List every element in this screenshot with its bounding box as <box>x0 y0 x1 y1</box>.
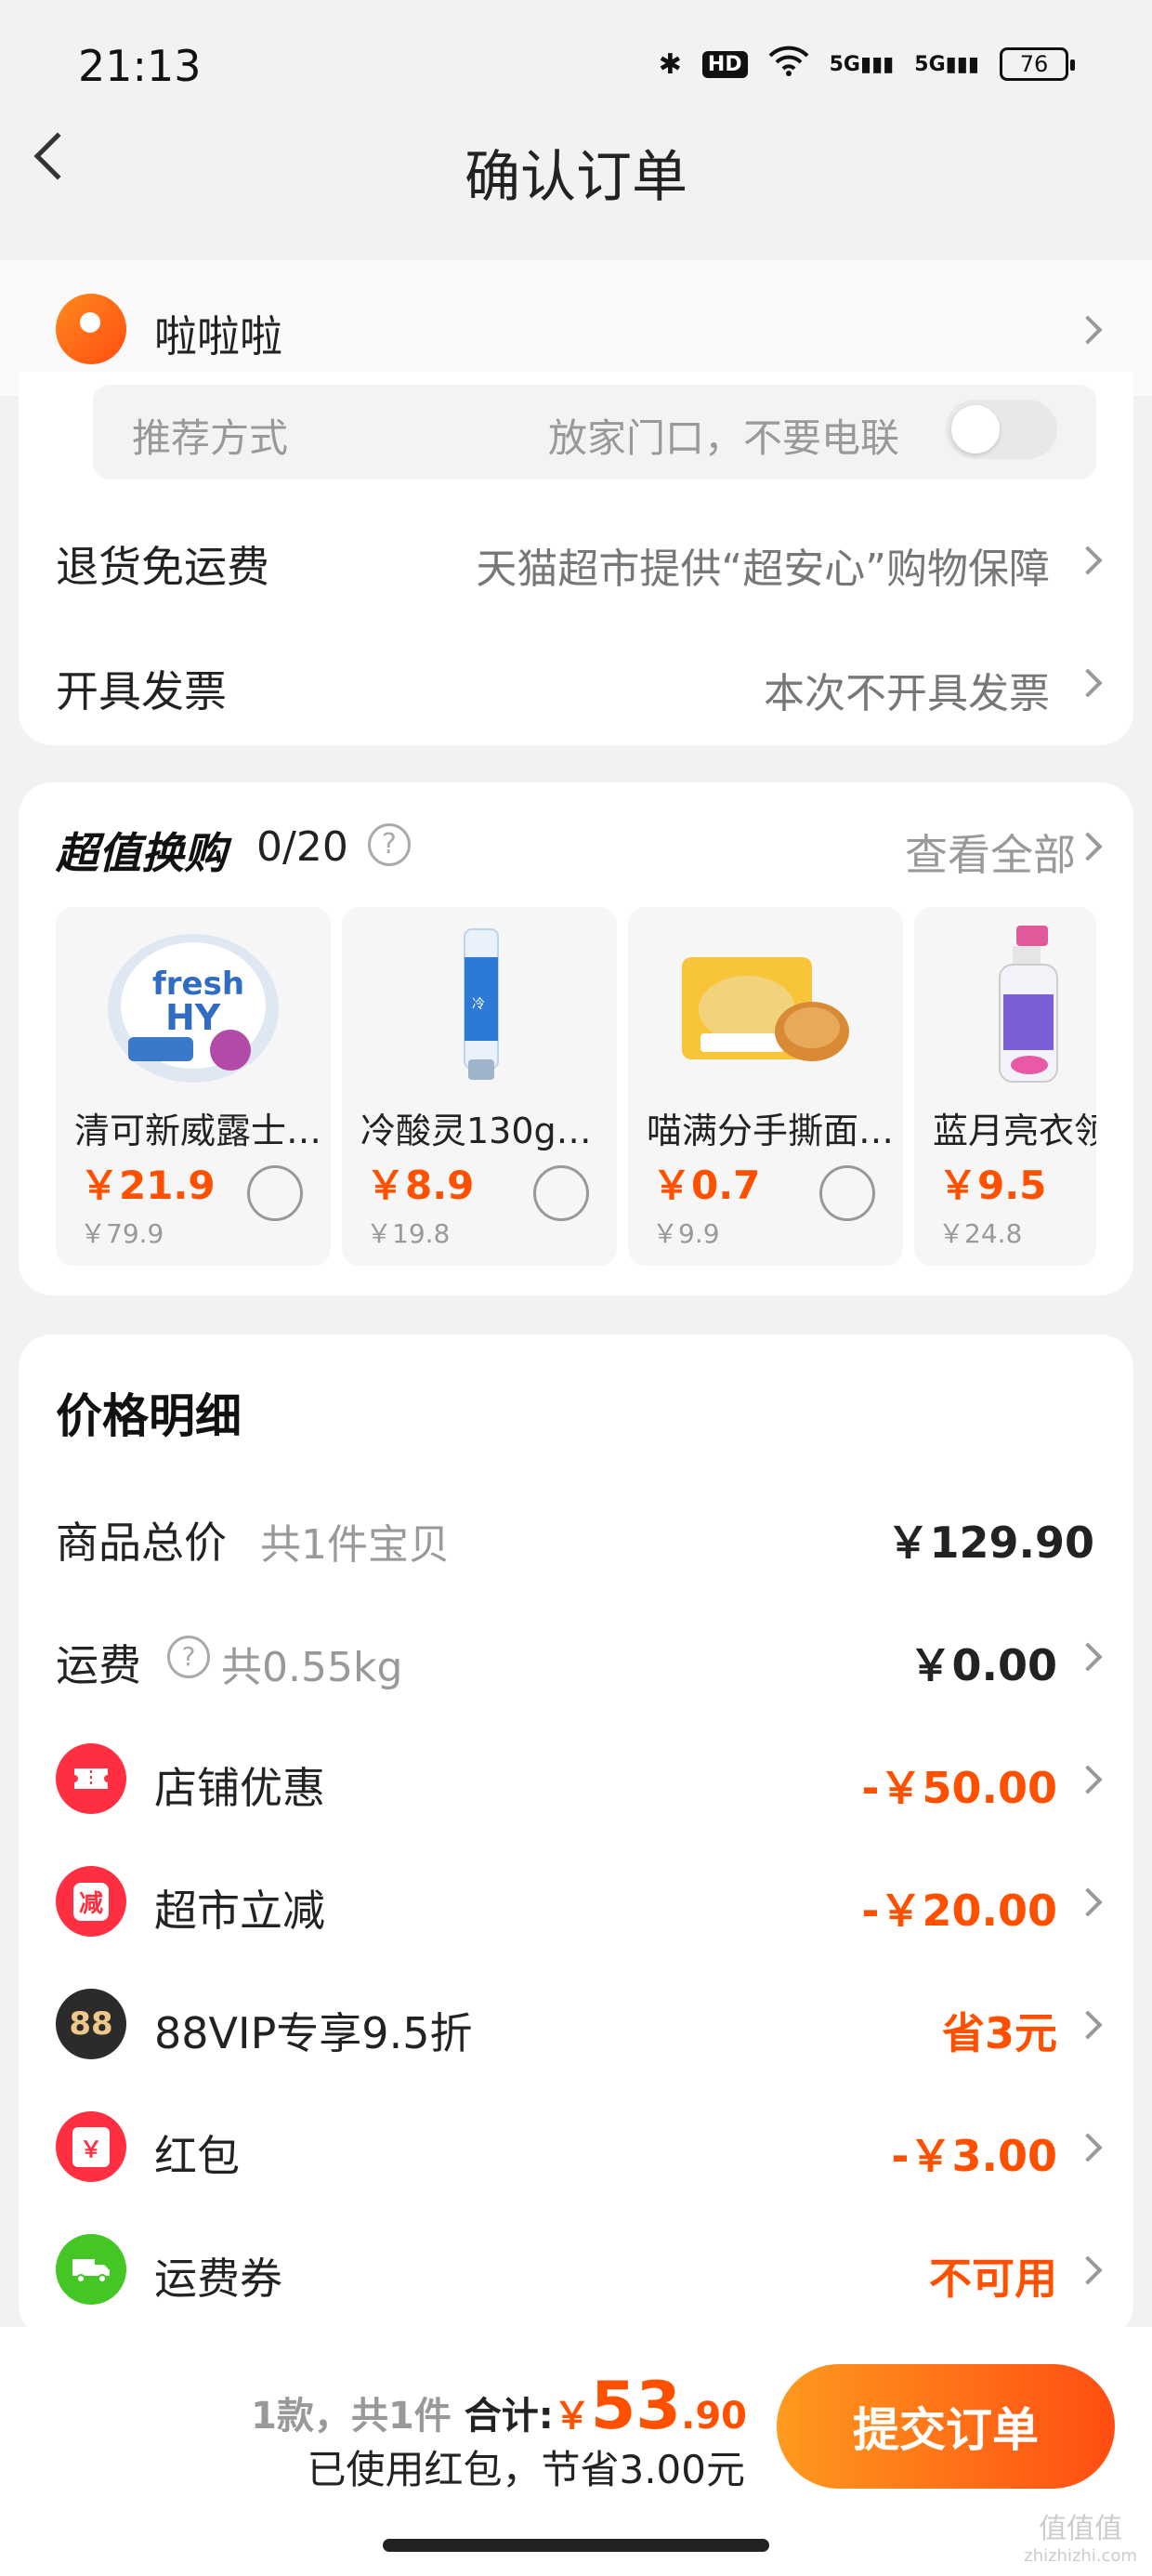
deal-item[interactable]: 蓝月亮衣领 ￥9.5 ￥24.8 <box>914 907 1096 1266</box>
status-icons: ✱ HD 5G▮▮▮ 5G▮▮▮ 76 <box>658 45 1075 84</box>
returns-label: 退货免运费 <box>56 542 269 592</box>
truck-icon <box>56 2234 126 2305</box>
invoice-value[interactable]: 本次不开具发票 <box>764 660 1050 719</box>
help-icon[interactable]: ? <box>368 823 411 866</box>
shipping-label: 运费 <box>56 1640 141 1690</box>
deal-item-original-price: ￥24.8 <box>938 1218 1023 1249</box>
goods-total-label: 商品总价 <box>56 1518 227 1568</box>
order-total: 1款，共1件 合计:￥53.90 <box>251 2368 747 2444</box>
market-cut-value[interactable]: -￥20.00 <box>861 1877 1057 1939</box>
detergent-pods-image: fresh HY <box>100 920 286 1087</box>
signal-icon-1: 5G▮▮▮ <box>829 52 895 76</box>
deal-item-price: ￥0.7 <box>652 1163 761 1208</box>
deals-title: 超值换购 <box>56 828 227 878</box>
item-count: 1款，共1件 <box>251 2395 452 2438</box>
page-title: 确认订单 <box>465 145 687 210</box>
shipping-weight: 共0.55kg <box>221 1644 403 1691</box>
deal-item[interactable]: 喵满分手撕面… ￥0.7 ￥9.9 <box>628 907 903 1266</box>
submit-order-button[interactable]: 提交订单 <box>777 2364 1115 2489</box>
deal-item-name: 清可新威露士… <box>74 1111 322 1151</box>
shipping-value[interactable]: ￥0.00 <box>910 1632 1058 1693</box>
reduction-icon: 减 <box>56 1866 126 1937</box>
total-label: 合计: <box>464 2395 554 2438</box>
deal-item-original-price: ￥79.9 <box>80 1218 164 1249</box>
shop-discount-label: 店铺优惠 <box>154 1763 325 1813</box>
price-detail-card <box>19 1334 1133 2338</box>
battery-icon: 76 <box>1000 47 1075 81</box>
toothpaste-image: 冷 <box>386 920 572 1087</box>
bread-image <box>673 920 858 1087</box>
total-decimal: .90 <box>681 2395 747 2438</box>
deal-item-price: ￥21.9 <box>80 1163 216 1208</box>
vip-value[interactable]: 省3元 <box>942 2000 1057 2061</box>
red-packet-icon: ￥ <box>56 2111 126 2182</box>
goods-total-count: 共1件宝贝 <box>260 1521 450 1569</box>
total-integer: 53 <box>590 2368 682 2444</box>
location-pin-icon <box>56 294 126 364</box>
deal-item-original-price: ￥9.9 <box>652 1218 720 1249</box>
red-packet-label: 红包 <box>154 2131 240 2181</box>
deal-item-price: ￥8.9 <box>366 1163 475 1208</box>
deal-item[interactable]: 冷 冷酸灵130g极… ￥8.9 ￥19.8 <box>342 907 617 1266</box>
ship-coupon-value[interactable]: 不可用 <box>929 2245 1057 2307</box>
help-icon[interactable]: ? <box>167 1636 210 1678</box>
bluetooth-icon: ✱ <box>658 47 682 81</box>
goods-total-value: ￥129.90 <box>886 1518 1094 1568</box>
deal-item-select-radio[interactable] <box>533 1165 589 1221</box>
deal-item-original-price: ￥19.8 <box>366 1218 451 1249</box>
deal-item-name: 喵满分手撕面… <box>647 1111 895 1151</box>
spray-bottle-image <box>951 920 1081 1087</box>
home-indicator[interactable] <box>383 2539 769 2552</box>
returns-value[interactable]: 天猫超市提供“超安心”购物保障 <box>476 535 1050 595</box>
svg-text:HY: HY <box>165 997 221 1038</box>
address-name: 啦啦啦 <box>154 311 282 361</box>
signal-icon-2: 5G▮▮▮ <box>914 52 979 76</box>
deal-item-name: 蓝月亮衣领 <box>933 1111 1096 1151</box>
deal-item-name: 冷酸灵130g极… <box>360 1111 611 1151</box>
view-all-link[interactable]: 查看全部 <box>905 821 1076 883</box>
market-cut-label: 超市立减 <box>154 1886 325 1936</box>
shop-discount-value[interactable]: -￥50.00 <box>861 1755 1057 1816</box>
ticket-icon <box>56 1743 126 1814</box>
delivery-toggle[interactable] <box>946 400 1057 459</box>
delivery-label: 推荐方式 <box>132 415 289 461</box>
deals-count: 0/20 <box>256 823 348 871</box>
red-packet-value[interactable]: -￥3.00 <box>891 2123 1057 2184</box>
saved-note: 已使用红包，节省3.00元 <box>307 2447 745 2492</box>
invoice-label: 开具发票 <box>56 666 227 716</box>
watermark: 值值值 zhizhizhi.com <box>1024 2513 1137 2566</box>
status-time: 21:13 <box>78 41 202 91</box>
deal-item-select-radio[interactable] <box>819 1165 875 1221</box>
deal-item-price: ￥9.5 <box>938 1163 1047 1208</box>
svg-text:冷: 冷 <box>472 997 485 1012</box>
vip-88-icon: 88 <box>56 1989 126 2059</box>
deal-item[interactable]: fresh HY 清可新威露士… ￥21.9 ￥79.9 <box>56 907 331 1266</box>
wifi-icon <box>768 45 809 84</box>
delivery-value: 放家门口，不要电联 <box>548 415 900 461</box>
hd-icon: HD <box>701 50 748 78</box>
deal-item-select-radio[interactable] <box>247 1165 303 1221</box>
ship-coupon-label: 运费券 <box>154 2254 282 2304</box>
price-detail-title: 价格明细 <box>56 1389 242 1443</box>
vip-label: 88VIP专享9.5折 <box>154 2008 473 2058</box>
